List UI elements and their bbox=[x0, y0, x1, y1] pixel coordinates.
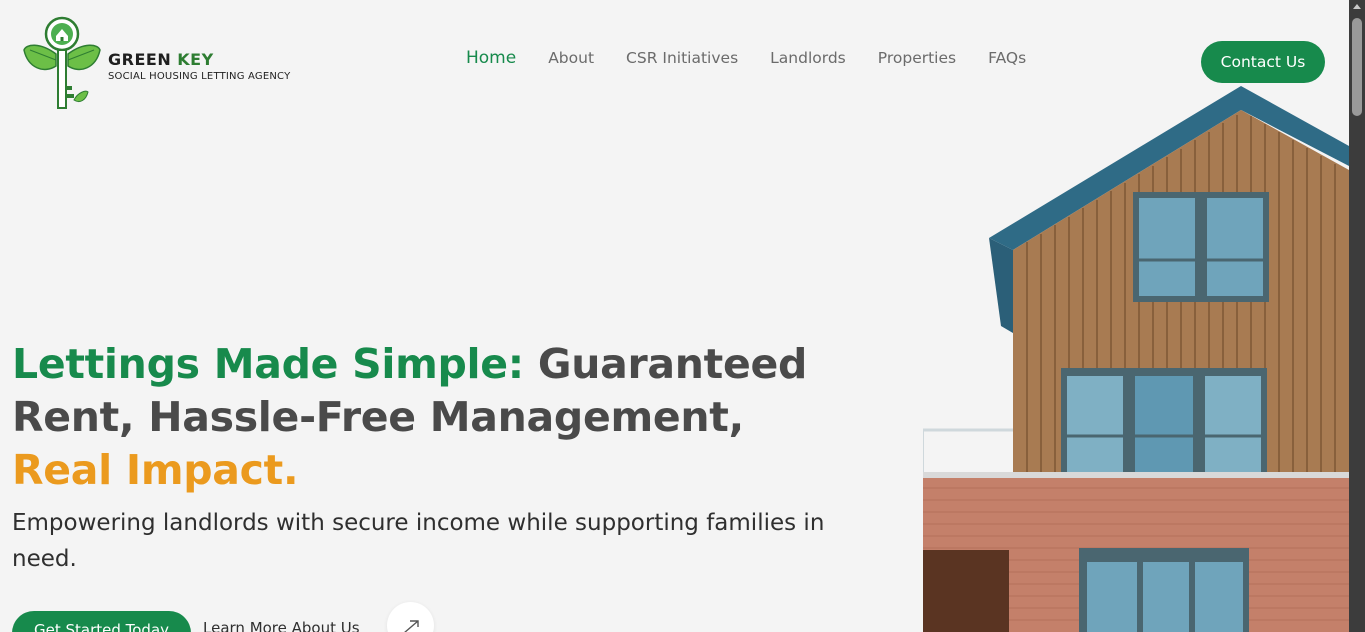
learn-more-link[interactable]: Learn More About Us bbox=[203, 619, 360, 632]
brand-tagline: SOCIAL HOUSING LETTING AGENCY bbox=[108, 71, 291, 82]
nav-home[interactable]: Home bbox=[466, 48, 516, 68]
nav-properties[interactable]: Properties bbox=[878, 49, 956, 68]
house-photo bbox=[923, 86, 1349, 632]
headline-green: Lettings Made Simple: bbox=[12, 340, 524, 388]
headline-orange: Real Impact. bbox=[12, 446, 299, 494]
brand-name-part2: KEY bbox=[177, 50, 214, 69]
contact-us-button[interactable]: Contact Us bbox=[1201, 41, 1325, 83]
nav-faqs[interactable]: FAQs bbox=[988, 49, 1026, 68]
brand-name: GREEN KEY bbox=[108, 50, 290, 69]
key-leaf-logo-icon bbox=[23, 16, 101, 109]
nav-landlords[interactable]: Landlords bbox=[770, 49, 846, 68]
hero-headline: Lettings Made Simple: Guaranteed Rent, H… bbox=[12, 338, 882, 497]
hero-subheadline: Empowering landlords with secure income … bbox=[12, 510, 825, 572]
page-scrollbar[interactable] bbox=[1349, 0, 1365, 632]
main-nav: Home About CSR Initiatives Landlords Pro… bbox=[466, 48, 1058, 68]
scrollbar-thumb[interactable] bbox=[1352, 18, 1362, 116]
nav-csr-initiatives[interactable]: CSR Initiatives bbox=[626, 49, 738, 68]
logo[interactable]: GREEN KEY SOCIAL HOUSING LETTING AGENCY bbox=[22, 14, 290, 112]
learn-more-arrow-button[interactable] bbox=[387, 602, 434, 632]
scroll-up-icon[interactable] bbox=[1353, 4, 1361, 9]
arrow-up-right-icon bbox=[403, 619, 419, 632]
get-started-button[interactable]: Get Started Today bbox=[12, 611, 191, 632]
nav-about[interactable]: About bbox=[548, 49, 594, 68]
brand-name-part1: GREEN bbox=[108, 50, 172, 69]
